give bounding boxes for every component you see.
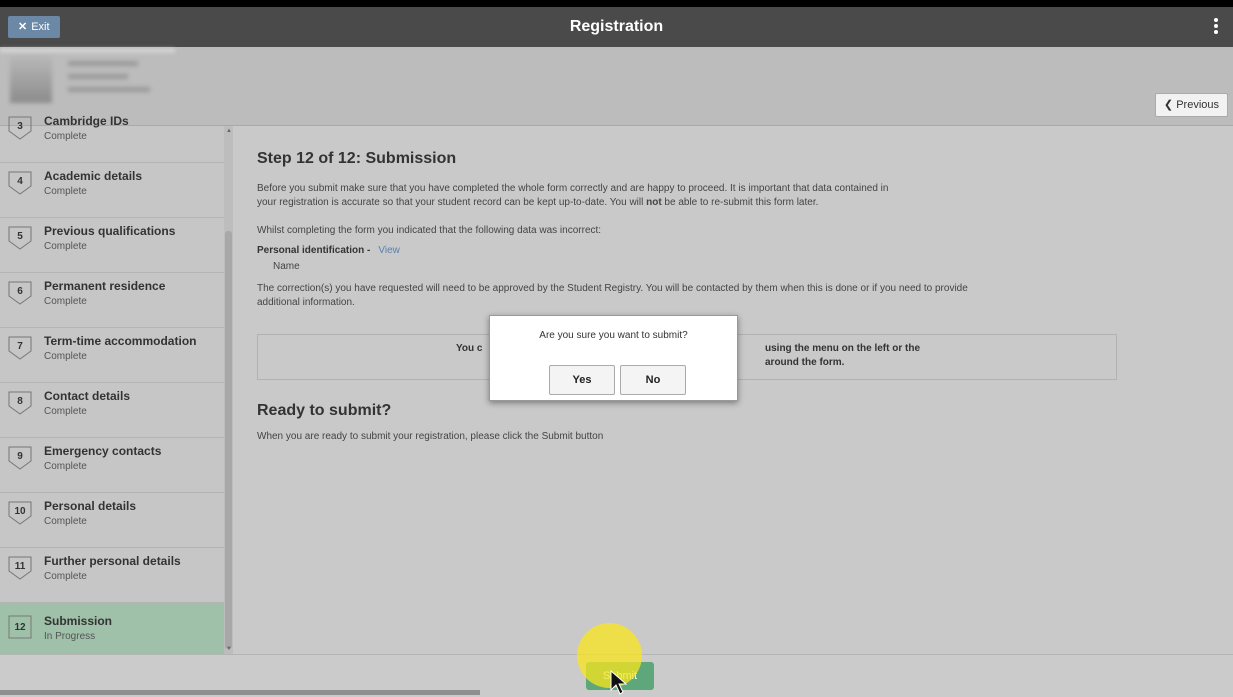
step-number: 3 (17, 121, 23, 132)
step-title: Personal details (44, 499, 137, 513)
sidebar-item-cambridge-ids[interactable]: 3 Cambridge IDs Complete (0, 108, 224, 163)
step-number: 9 (17, 451, 23, 462)
personal-id-row: Personal identification - View (257, 244, 400, 258)
info-text-right-1: using the menu on the left or the (765, 343, 920, 354)
previous-button[interactable]: ❮ Previous (1154, 93, 1228, 117)
step-heading: Step 12 of 12: Submission (257, 150, 457, 167)
step-status: In Progress (44, 631, 96, 642)
sidebar-item-term-time-accommodation[interactable]: 7 Term-time accommodation Complete (0, 328, 224, 383)
dialog-message: Are you sure you want to submit? (539, 330, 688, 341)
sidebar-item-contact-details[interactable]: 8 Contact details Complete (0, 383, 224, 438)
more-options-icon[interactable] (1213, 17, 1219, 37)
step-title: Contact details (44, 389, 131, 403)
mouse-cursor-icon (610, 670, 628, 695)
intro-line-1: Before you submit make sure that you hav… (257, 183, 889, 194)
correction-line-1: The correction(s) you have requested wil… (257, 283, 968, 294)
step-status: Complete (44, 516, 87, 527)
chevron-left-icon: ❮ (1163, 99, 1174, 111)
step-status: Complete (44, 241, 87, 252)
intro-text: be able to re-submit this form later. (661, 197, 819, 208)
screen: ✕ Exit Registration ❮ Previous 3 Cambridg… (0, 7, 1233, 697)
step-status: Complete (44, 351, 87, 362)
step-number: 4 (17, 176, 23, 187)
exit-label: Exit (31, 21, 50, 33)
scroll-up-icon[interactable]: ▲ (226, 128, 232, 134)
sidebar-item-permanent-residence[interactable]: 6 Permanent residence Complete (0, 273, 224, 328)
step-number: 10 (14, 506, 26, 517)
sidebar-item-submission[interactable]: 12 Submission In Progress (0, 603, 224, 654)
step-number: 5 (17, 231, 23, 242)
sidebar-item-academic-details[interactable]: 4 Academic details Complete (0, 163, 224, 218)
step-title: Previous qualifications (44, 224, 176, 238)
info-text-left: You c (456, 343, 483, 354)
step-number: 7 (17, 341, 23, 352)
step-status: Complete (44, 186, 87, 197)
sidebar-item-personal-details[interactable]: 10 Personal details Complete (0, 493, 224, 548)
step-status: Complete (44, 406, 87, 417)
step-sidebar: 3 Cambridge IDs Complete 4 Academic deta… (0, 114, 224, 654)
step-title: Permanent residence (44, 279, 166, 293)
sidebar-item-previous-qualifications[interactable]: 5 Previous qualifications Complete (0, 218, 224, 273)
sidebar-item-emergency-contacts[interactable]: 9 Emergency contacts Complete (0, 438, 224, 493)
blurred-detail (68, 74, 128, 79)
previous-label: Previous (1176, 99, 1219, 111)
no-button[interactable]: No (620, 365, 686, 395)
step-number: 11 (14, 561, 26, 572)
step-status: Complete (44, 461, 87, 472)
incorrect-note: Whilst completing the form you indicated… (257, 225, 602, 236)
intro-text: your registration is accurate so that yo… (257, 197, 647, 208)
yes-button[interactable]: Yes (549, 365, 615, 395)
step-title: Term-time accommodation (44, 334, 197, 348)
incorrect-item: Name (273, 261, 300, 272)
confirm-dialog: Are you sure you want to submit? Yes No (489, 315, 738, 401)
step-number: 12 (14, 622, 26, 633)
blurred-detail (68, 87, 150, 92)
scrollbar-thumb[interactable] (225, 231, 232, 649)
sidebar-item-further-personal-details[interactable]: 11 Further personal details Complete (0, 548, 224, 603)
avatar (10, 55, 52, 103)
scroll-down-icon[interactable]: ▼ (226, 646, 232, 652)
step-title: Cambridge IDs (44, 114, 129, 128)
step-title: Further personal details (44, 554, 181, 568)
step-status: Complete (44, 571, 87, 582)
step-number: 8 (17, 396, 23, 407)
step-title: Academic details (44, 169, 143, 183)
step-title: Submission (44, 614, 113, 628)
view-link[interactable]: View (378, 245, 400, 256)
blurred-name (68, 61, 138, 66)
step-title: Emergency contacts (44, 444, 162, 458)
info-text-right-2: around the form. (765, 357, 845, 368)
step-status: Complete (44, 296, 87, 307)
sidebar-scrollbar[interactable]: ▲ ▼ (224, 126, 233, 654)
intro-line-2: your registration is accurate so that yo… (257, 196, 818, 210)
blurred-strip (0, 49, 175, 52)
intro-emphasis: not (646, 197, 662, 208)
ready-heading: Ready to submit? (257, 402, 392, 419)
personal-id-label: Personal identification - (257, 245, 371, 256)
correction-line-2: additional information. (257, 297, 355, 308)
close-icon: ✕ (18, 21, 28, 33)
top-bar: ✕ Exit Registration (0, 7, 1233, 47)
page-title: Registration (569, 18, 664, 35)
exit-button[interactable]: ✕ Exit (8, 16, 60, 38)
horizontal-scrollbar[interactable] (0, 690, 480, 695)
step-number: 6 (17, 286, 23, 297)
step-status: Complete (44, 131, 87, 142)
ready-text: When you are ready to submit your regist… (257, 431, 604, 442)
